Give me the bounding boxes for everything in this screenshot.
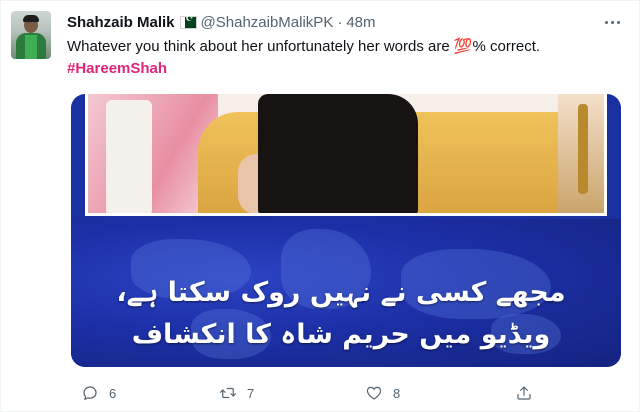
- pakistan-flag-icon: [179, 14, 197, 29]
- tweet-card[interactable]: Shahzaib Malik @ShahzaibMalikPK · 48m Wh…: [0, 0, 640, 412]
- media-photo: [85, 94, 607, 216]
- retweet-button[interactable]: 7: [219, 381, 254, 405]
- media-image[interactable]: مجھے کسی نے نہیں روک سکتا ہے، ویڈیو میں …: [71, 94, 621, 367]
- share-button[interactable]: [515, 381, 533, 405]
- separator-dot: ·: [337, 13, 343, 31]
- retweet-count: 7: [247, 385, 255, 401]
- tweet-header: Shahzaib Malik @ShahzaibMalikPK · 48m: [67, 11, 376, 33]
- heart-icon: [366, 386, 382, 400]
- hashtag-link[interactable]: #HareemShah: [67, 59, 167, 79]
- retweet-icon: [219, 387, 237, 399]
- reply-count: 6: [109, 385, 117, 401]
- like-button[interactable]: 8: [365, 381, 400, 405]
- tweet-text: Whatever you think about her unfortunate…: [67, 38, 541, 55]
- media-caption-line1: مجھے کسی نے نہیں روک سکتا ہے،: [116, 277, 566, 308]
- reply-icon: [83, 386, 97, 400]
- avatar[interactable]: [11, 11, 51, 59]
- more-dots-icon[interactable]: [599, 13, 625, 31]
- like-count: 8: [393, 385, 401, 401]
- tweet-timestamp[interactable]: 48m: [346, 14, 375, 31]
- action-bar: 6 7 8: [71, 381, 621, 405]
- share-icon: [517, 386, 531, 400]
- user-handle[interactable]: @ShahzaibMalikPK: [201, 14, 334, 31]
- reply-button[interactable]: 6: [81, 381, 116, 405]
- display-name[interactable]: Shahzaib Malik: [67, 14, 175, 31]
- media-caption-line2: ویڈیو میں حریم شاہ کا انکشاف: [131, 319, 551, 350]
